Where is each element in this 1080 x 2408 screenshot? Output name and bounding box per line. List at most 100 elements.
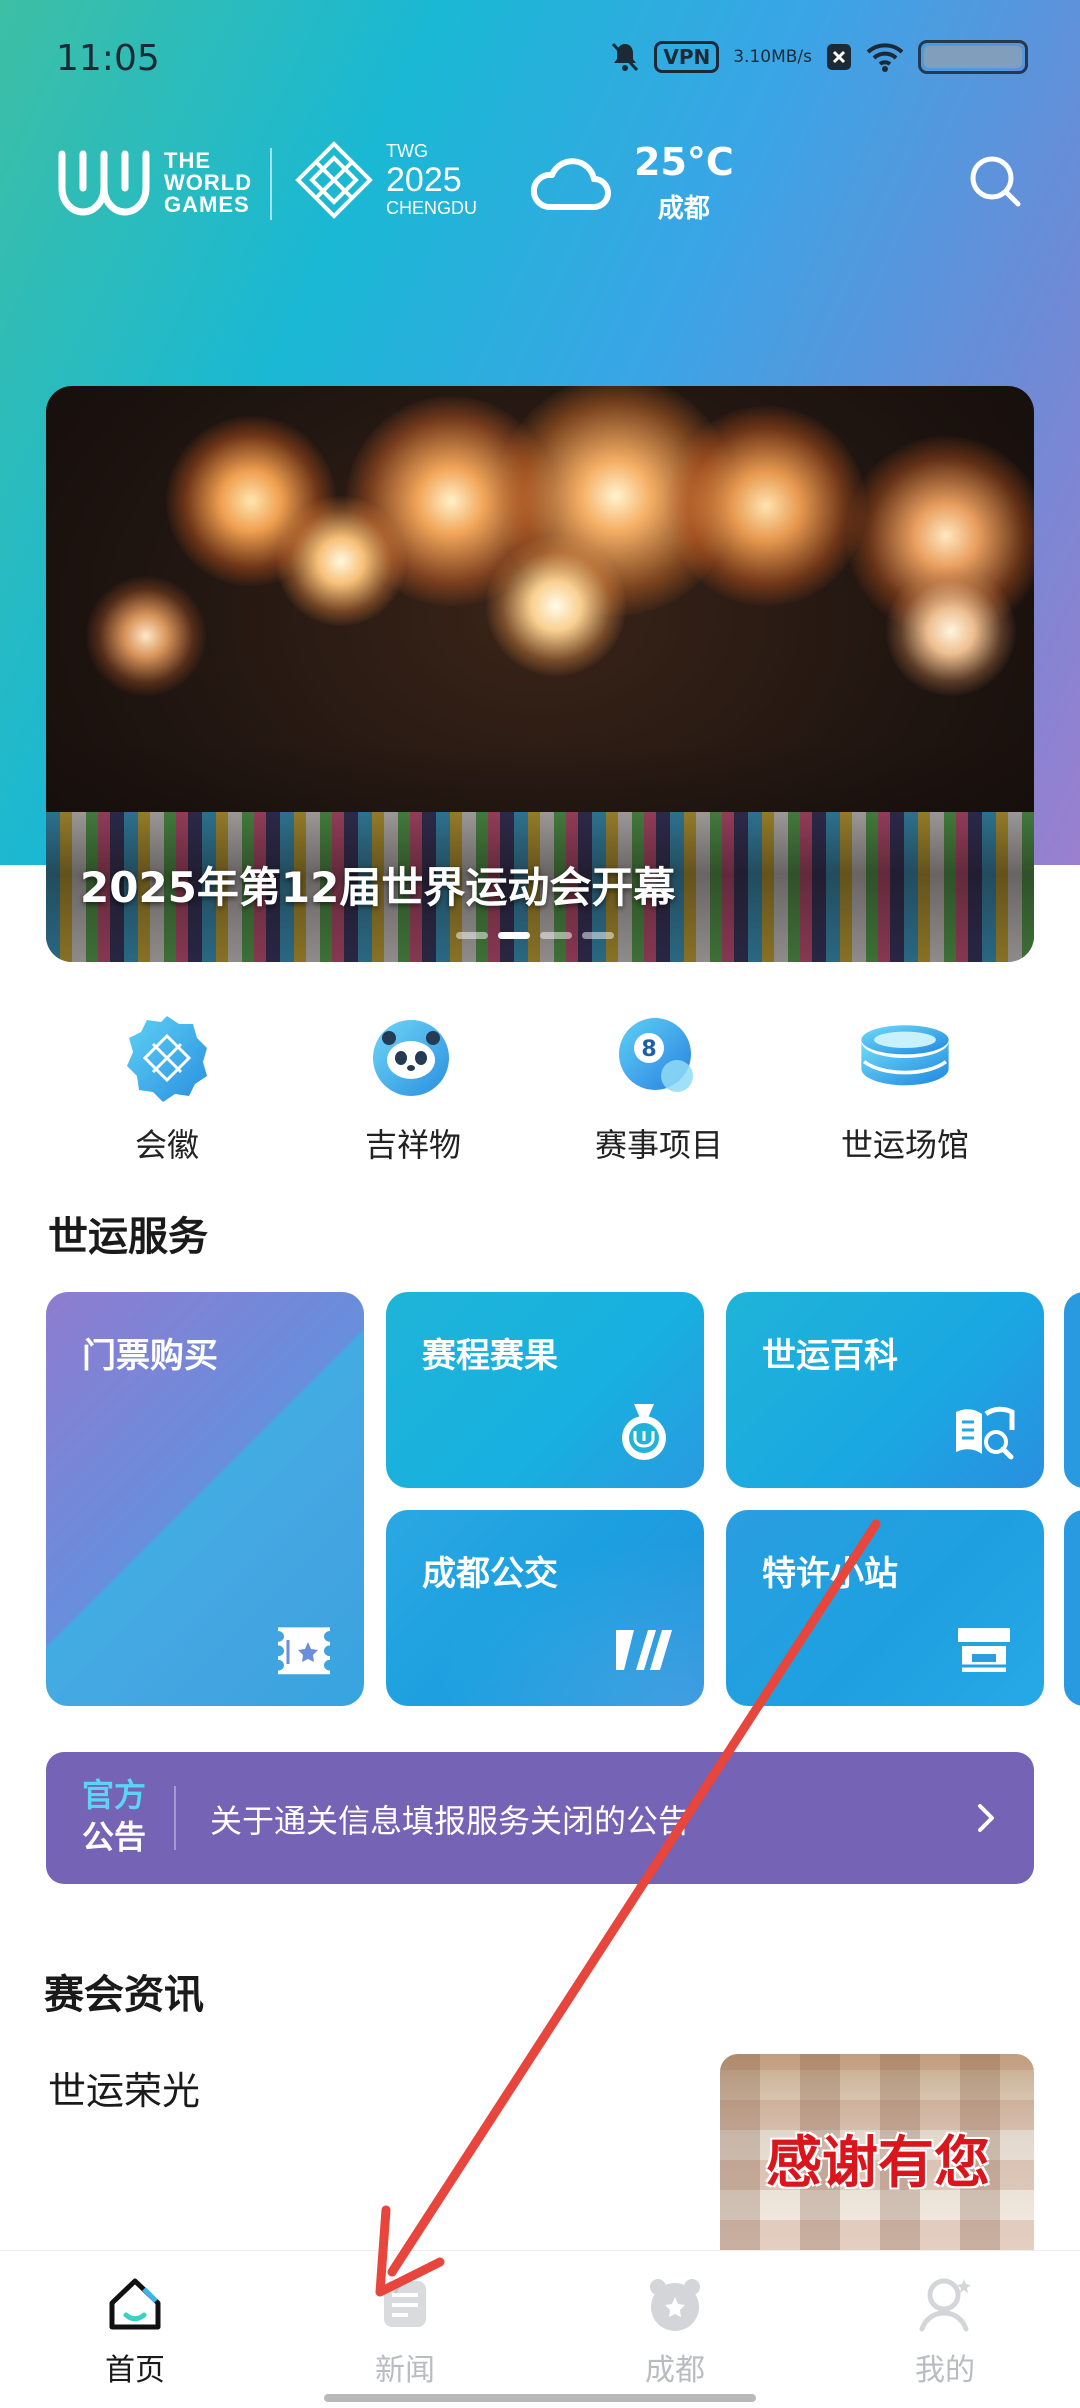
- svg-text:8: 8: [641, 1037, 656, 1062]
- thumbnail-caption: 感谢有您: [766, 2130, 990, 2196]
- notice-tag-line1: 官方: [82, 1776, 147, 1814]
- wg-line-3: GAMES: [164, 192, 250, 217]
- shop-icon: [958, 1628, 1010, 1672]
- battery-icon: [918, 40, 1028, 74]
- quick-link-label: 赛事项目: [594, 1126, 723, 1164]
- carousel-dots: [456, 932, 614, 939]
- service-label: 赛程赛果: [422, 1336, 558, 1376]
- service-schedule-results[interactable]: 赛程赛果: [386, 1292, 704, 1488]
- bus-logo-icon: [616, 1630, 672, 1670]
- home-icon: [109, 2278, 161, 2330]
- carousel-dot-active[interactable]: [498, 932, 530, 939]
- panda-mascot-icon: [363, 1008, 463, 1108]
- stadium-icon: [855, 1008, 955, 1108]
- battery-level: [924, 46, 1022, 68]
- notice-tag: 官方 公告: [82, 1774, 146, 1858]
- news-icon: [384, 2281, 426, 2327]
- close-box-icon: [826, 43, 852, 71]
- vpn-icon: VPN: [654, 41, 720, 73]
- service-label: 门票购买: [82, 1336, 218, 1376]
- nav-label: 成都: [645, 2353, 705, 2388]
- nav-home[interactable]: 首页: [0, 2251, 270, 2408]
- banner-title: 2025年第12届世界运动会开幕: [80, 863, 676, 912]
- service-label: 成都公交: [422, 1554, 558, 1594]
- notice-text: 关于通关信息填报服务关闭的公告: [210, 1802, 691, 1840]
- emblem-icon: [117, 1008, 217, 1108]
- wg-line-1: THE: [164, 148, 211, 173]
- carousel-dot[interactable]: [456, 932, 488, 939]
- twg-emblem-icon: [295, 141, 373, 219]
- wifi-icon: [866, 42, 904, 72]
- search-button[interactable]: [966, 152, 1026, 212]
- service-chengdu-bus[interactable]: 成都公交: [386, 1510, 704, 1706]
- nav-chengdu[interactable]: 成都: [540, 2251, 810, 2408]
- nav-label: 首页: [105, 2353, 165, 2388]
- quick-link-label: 会徽: [134, 1126, 199, 1164]
- carousel-dot[interactable]: [582, 932, 614, 939]
- nav-news[interactable]: 新闻: [270, 2251, 540, 2408]
- chevron-right-icon: [978, 1804, 994, 1832]
- service-card-partial[interactable]: [1064, 1510, 1080, 1706]
- panda-face-icon: [650, 2279, 700, 2331]
- speed-value: 3.10: [733, 47, 772, 67]
- search-icon: [970, 156, 1021, 207]
- quick-link-label: 世运场馆: [840, 1126, 969, 1164]
- firework-burst: [86, 576, 206, 696]
- notice-tag-line2: 公告: [82, 1818, 147, 1856]
- billiard-ball-icon: 8: [609, 1008, 709, 1108]
- twg-year: 2025: [386, 161, 462, 199]
- service-encyclopedia[interactable]: 世运百科: [726, 1292, 1044, 1488]
- banner-shade: [46, 742, 1034, 962]
- quick-links: 会徽 吉祥物 8 赛事项目 世运场馆: [0, 1008, 1080, 1166]
- twg-city: CHENGDU: [386, 198, 478, 218]
- notice-divider: [174, 1786, 176, 1850]
- firework-burst: [666, 406, 866, 606]
- network-speed: 3.10 MB/s: [733, 48, 812, 66]
- weather-widget[interactable]: 25°C 成都: [528, 140, 734, 225]
- service-label: 世运百科: [762, 1336, 898, 1376]
- news-item-title[interactable]: 世运荣光: [48, 2060, 200, 2115]
- logo-divider: [270, 148, 272, 220]
- status-time: 11:05: [56, 38, 160, 79]
- news-section-title: 赛会资讯: [44, 1972, 204, 2018]
- world-games-w-icon: [58, 150, 150, 216]
- app-header: THE WORLD GAMES TWG 2025 CHENGDU 25°C 成都: [0, 130, 1080, 250]
- nav-profile[interactable]: 我的: [810, 2251, 1080, 2408]
- carousel-dot[interactable]: [540, 932, 572, 939]
- quick-link-label: 吉祥物: [364, 1126, 461, 1164]
- ticket-icon: [278, 1627, 330, 1675]
- bottom-navigation: 首页 新闻 成都 我的: [0, 2250, 1080, 2408]
- quick-link-venues[interactable]: 世运场馆: [782, 1008, 1028, 1166]
- twg-small-text: TWG: [386, 141, 428, 161]
- weather-city: 成都: [657, 194, 710, 224]
- firework-burst: [486, 536, 626, 676]
- wg-line-2: WORLD: [164, 170, 253, 195]
- world-games-logo: THE WORLD GAMES: [56, 148, 252, 218]
- mute-bell-icon: [610, 41, 640, 73]
- book-search-icon: [956, 1406, 1015, 1460]
- status-icons: VPN 3.10 MB/s: [610, 40, 1028, 74]
- cloud-icon: [530, 157, 611, 210]
- firework-burst: [886, 566, 1016, 696]
- service-card-partial[interactable]: [1064, 1292, 1080, 1488]
- services-section-title: 世运服务: [48, 1214, 208, 1260]
- nav-label: 我的: [915, 2353, 975, 2388]
- quick-link-emblem[interactable]: 会徽: [44, 1008, 290, 1166]
- service-tickets[interactable]: 门票购买: [46, 1292, 364, 1706]
- news-thumbnail[interactable]: 感谢有您: [720, 2054, 1034, 2250]
- medal-icon: [622, 1404, 666, 1460]
- quick-link-mascot[interactable]: 吉祥物: [290, 1008, 536, 1166]
- status-bar: 11:05 VPN 3.10 MB/s: [0, 0, 1080, 120]
- temperature: 25°C: [634, 140, 734, 184]
- speed-unit: MB/s: [771, 47, 812, 67]
- official-notice-bar[interactable]: 官方 公告 关于通关信息填报服务关闭的公告: [46, 1752, 1034, 1884]
- twg-2025-logo: TWG 2025 CHENGDU: [294, 140, 477, 220]
- profile-icon: [919, 2278, 971, 2332]
- nav-label: 新闻: [375, 2353, 435, 2388]
- home-indicator[interactable]: [324, 2394, 756, 2402]
- hero-banner[interactable]: 2025年第12届世界运动会开幕: [46, 386, 1034, 962]
- service-label: 特许小站: [762, 1554, 898, 1594]
- service-licensed-store[interactable]: 特许小站: [726, 1510, 1044, 1706]
- firework-burst: [276, 496, 406, 626]
- quick-link-events[interactable]: 8 赛事项目: [536, 1008, 782, 1166]
